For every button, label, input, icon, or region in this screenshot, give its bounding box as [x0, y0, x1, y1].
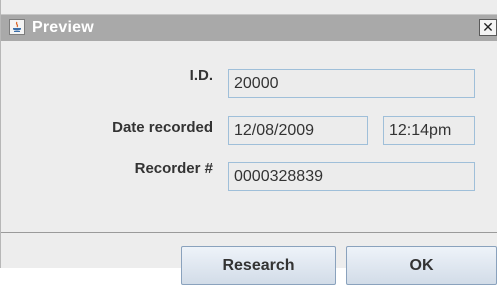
java-icon	[9, 19, 25, 35]
date-recorded-label: Date recorded	[112, 119, 213, 136]
recorder-label: Recorder #	[134, 160, 213, 177]
close-icon[interactable]: ✕	[479, 19, 497, 36]
date-field[interactable]: 12/08/2009	[228, 116, 368, 145]
title-bar[interactable]: Preview ✕	[1, 14, 497, 41]
recorder-field[interactable]: 0000328839	[228, 162, 475, 191]
research-button[interactable]: Research	[181, 246, 336, 285]
ok-button[interactable]: OK	[346, 246, 497, 285]
separator	[1, 232, 497, 233]
preview-dialog: Preview ✕ I.D. 20000 Date recorded 12/08…	[0, 0, 497, 285]
window-title: Preview	[32, 19, 94, 36]
id-label: I.D.	[189, 67, 213, 84]
time-field[interactable]: 12:14pm	[383, 116, 475, 145]
id-field[interactable]: 20000	[228, 69, 475, 98]
